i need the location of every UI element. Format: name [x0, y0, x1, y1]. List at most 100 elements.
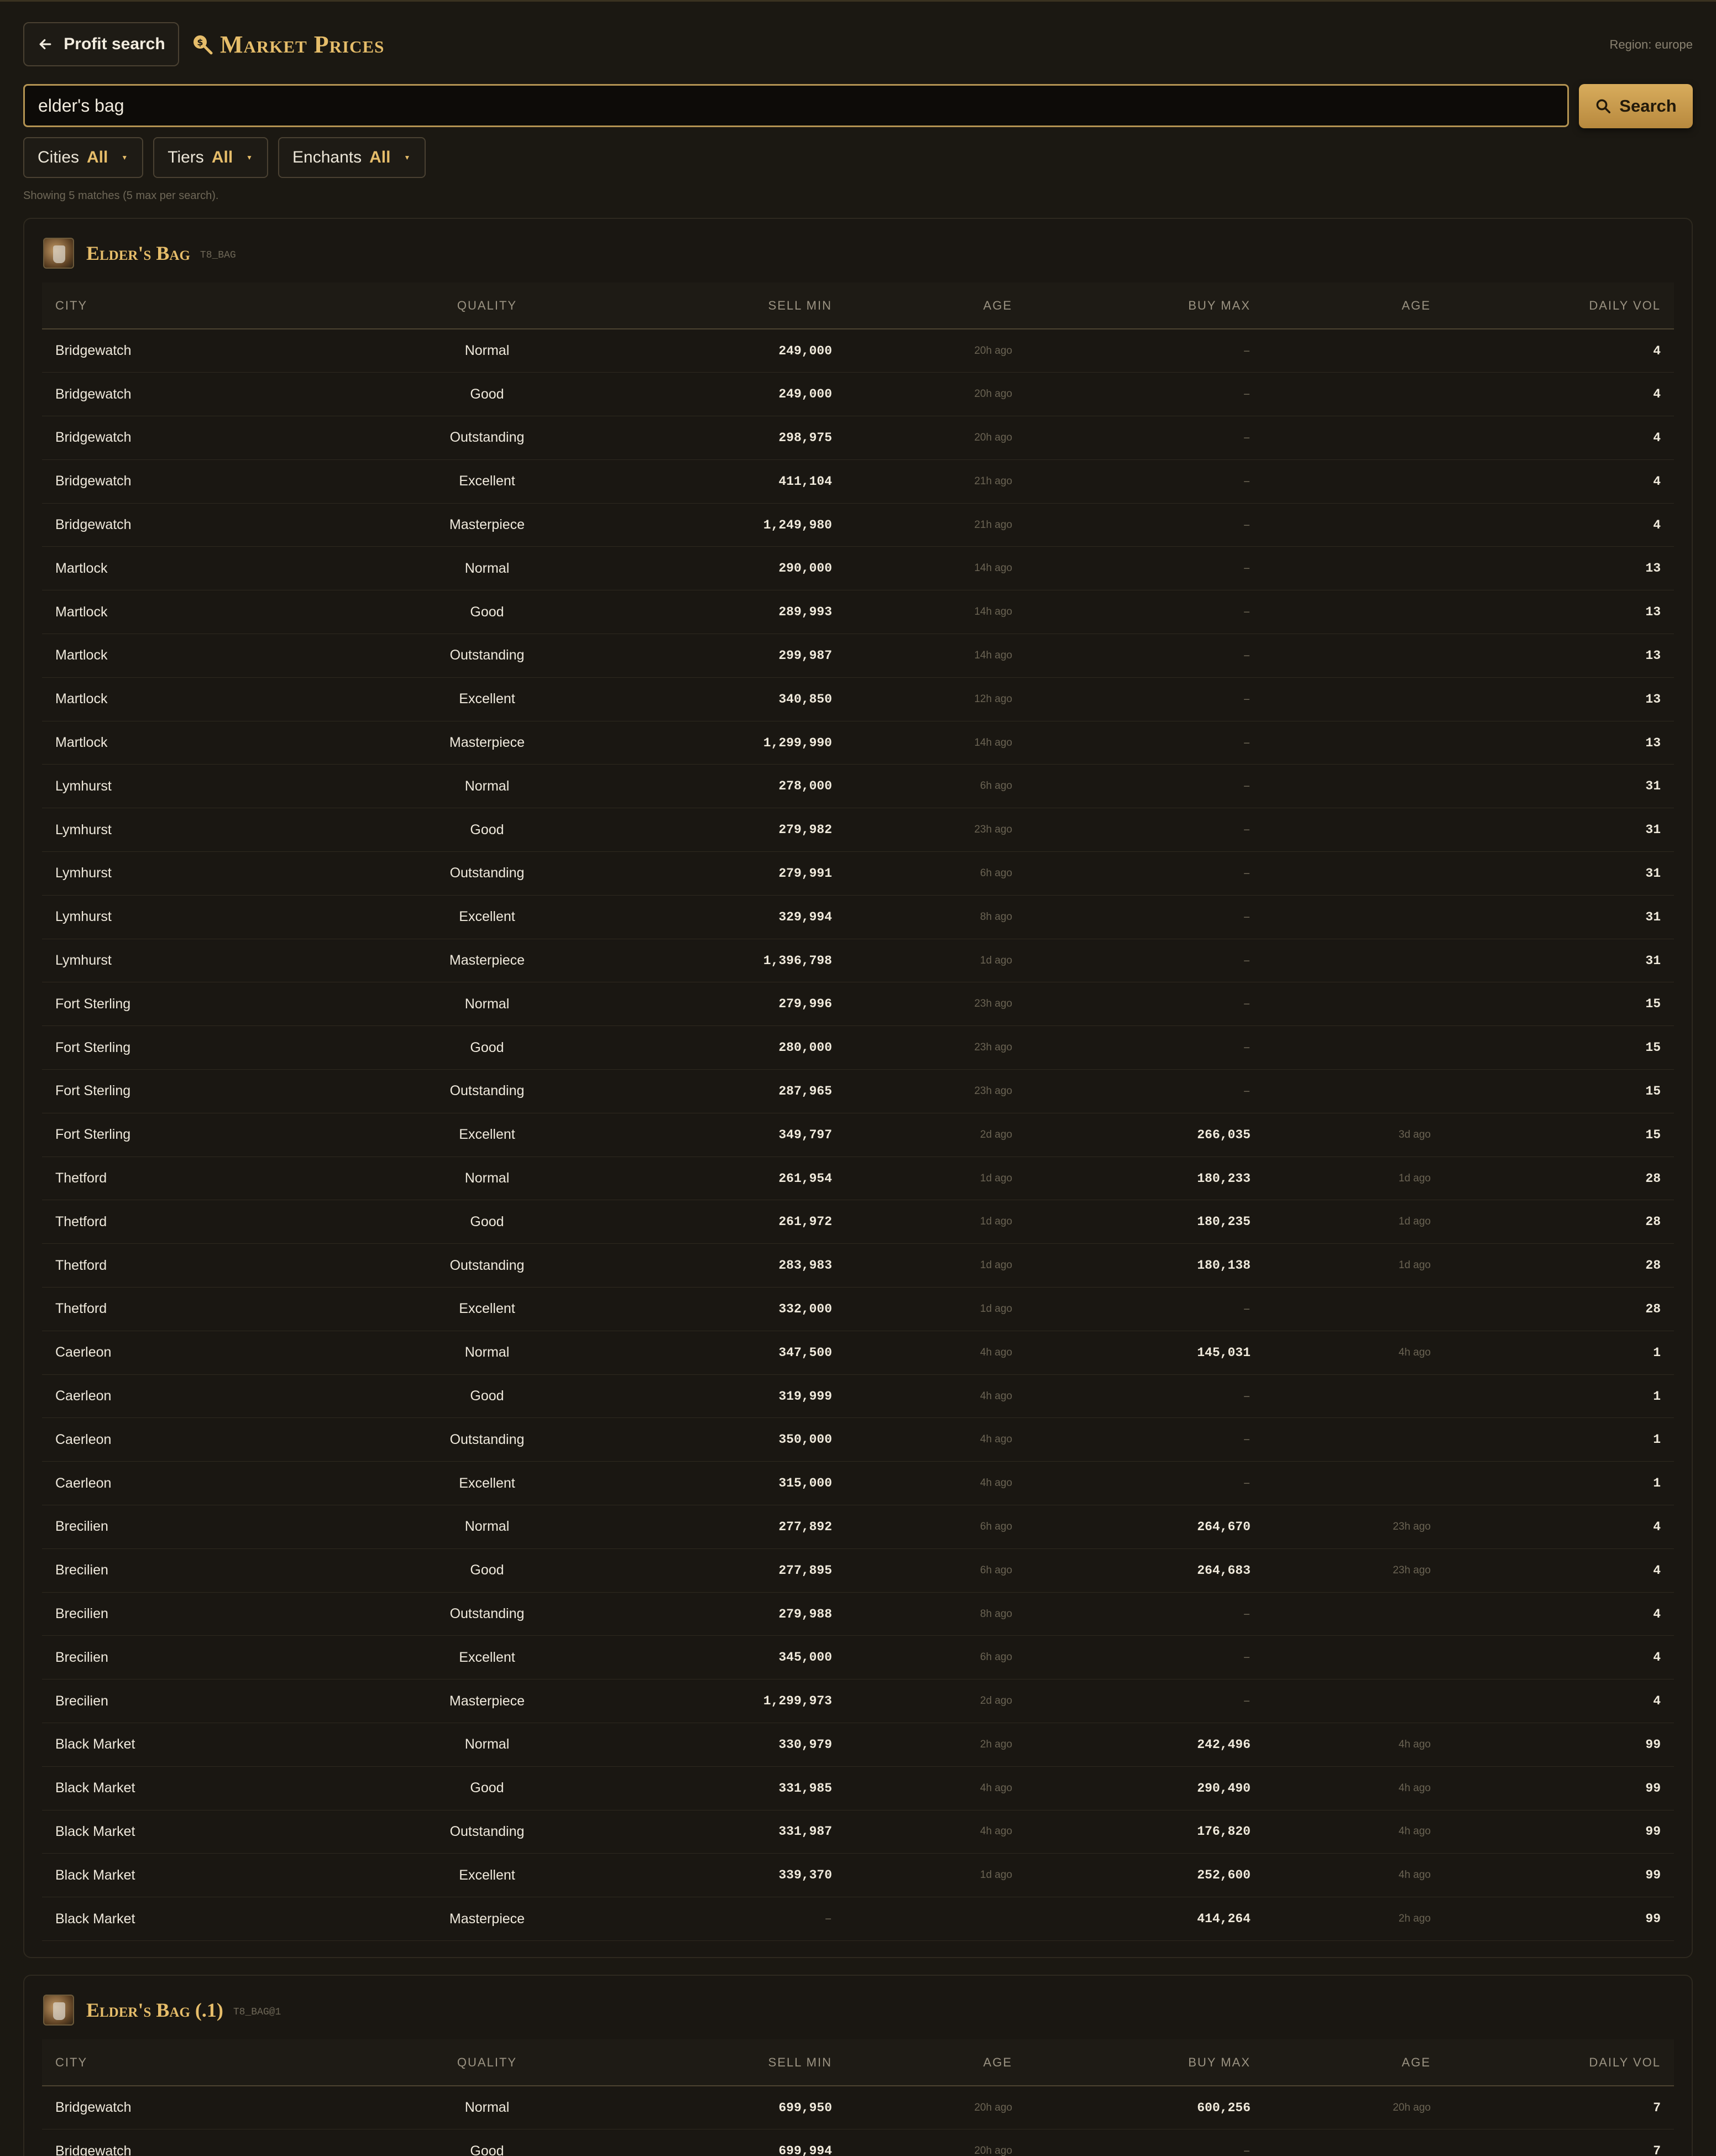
- cell-daily-vol: 4: [1444, 372, 1674, 417]
- cell-sell-age: 21h ago: [845, 503, 1026, 547]
- column-header-daily-vol: DAILY VOL: [1444, 2039, 1674, 2086]
- cell-buy-age: [1264, 939, 1444, 983]
- cell-buy-age: 3d ago: [1264, 1113, 1444, 1157]
- search-input[interactable]: [23, 84, 1569, 127]
- cell-quality: Good: [329, 1374, 645, 1419]
- cell-daily-vol: 99: [1444, 1853, 1674, 1898]
- cell-sell-min: 1,396,798: [645, 939, 845, 983]
- table-row: Brecilien Outstanding 279,988 8h ago – 4: [42, 1592, 1674, 1636]
- cell-buy-max: 266,035: [1026, 1113, 1264, 1157]
- item-header: Elder's Bag T8_BAG: [43, 238, 236, 269]
- cell-daily-vol: 4: [1444, 459, 1674, 504]
- cell-daily-vol: 99: [1444, 1723, 1674, 1767]
- table-header: CITY QUALITY SELL MIN AGE BUY MAX AGE DA…: [42, 282, 1674, 329]
- cell-quality: Good: [329, 590, 645, 635]
- cell-buy-age: 23h ago: [1264, 1505, 1444, 1549]
- cell-buy-max: 176,820: [1026, 1810, 1264, 1854]
- cell-city: Martlock: [42, 634, 329, 678]
- cell-quality: Normal: [329, 982, 645, 1027]
- cell-city: Martlock: [42, 721, 329, 765]
- profit-search-back-button[interactable]: Profit search: [23, 22, 179, 66]
- cell-buy-max: –: [1026, 1025, 1264, 1070]
- region-label: Region: europe: [1609, 38, 1693, 51]
- tiers-filter-label: Tiers: [168, 148, 204, 166]
- cell-daily-vol: 7: [1444, 2086, 1674, 2130]
- cell-buy-max: –: [1026, 895, 1264, 939]
- table-row: Bridgewatch Normal 249,000 20h ago – 4: [42, 329, 1674, 373]
- table-row: Bridgewatch Normal 699,950 20h ago 600,256 20…: [42, 2086, 1674, 2130]
- cell-sell-min: 283,983: [645, 1243, 845, 1288]
- bag-item-icon: [43, 1995, 74, 2026]
- cell-buy-age: [1264, 546, 1444, 591]
- cell-buy-age: 23h ago: [1264, 1548, 1444, 1593]
- cell-daily-vol: 28: [1444, 1200, 1674, 1244]
- cell-sell-min: 299,987: [645, 634, 845, 678]
- cell-daily-vol: 99: [1444, 1766, 1674, 1810]
- cell-sell-min: 249,000: [645, 372, 845, 417]
- cell-sell-age: 6h ago: [845, 1505, 1026, 1549]
- cell-sell-min: 289,993: [645, 590, 845, 635]
- cell-city: Fort Sterling: [42, 1069, 329, 1113]
- table-row: Black Market Good 331,985 4h ago 290,490 4h a…: [42, 1766, 1674, 1810]
- cell-sell-age: 20h ago: [845, 2129, 1026, 2156]
- search-button[interactable]: Search: [1579, 84, 1693, 128]
- cell-buy-age: [1264, 808, 1444, 852]
- cell-sell-min: 331,985: [645, 1766, 845, 1810]
- table-row: Lymhurst Masterpiece 1,396,798 1d ago – 31: [42, 939, 1674, 983]
- cell-buy-age: 1d ago: [1264, 1157, 1444, 1201]
- cell-city: Lymhurst: [42, 939, 329, 983]
- cell-daily-vol: 15: [1444, 1113, 1674, 1157]
- back-button-label: Profit search: [64, 35, 165, 53]
- cell-city: Caerleon: [42, 1461, 329, 1506]
- cell-daily-vol: 13: [1444, 634, 1674, 678]
- cell-sell-min: 287,965: [645, 1069, 845, 1113]
- item-code: T8_BAG: [200, 250, 236, 261]
- cell-quality: Good: [329, 1548, 645, 1593]
- cell-buy-max: –: [1026, 982, 1264, 1027]
- tiers-filter-value: All: [211, 148, 233, 166]
- cell-buy-max: 264,670: [1026, 1505, 1264, 1549]
- price-table: CITY QUALITY SELL MIN AGE BUY MAX AGE DA…: [42, 2039, 1674, 2156]
- cell-sell-age: 4h ago: [845, 1810, 1026, 1854]
- cell-buy-max: –: [1026, 721, 1264, 765]
- cell-sell-age: 23h ago: [845, 1025, 1026, 1070]
- cell-daily-vol: 28: [1444, 1157, 1674, 1201]
- cell-sell-age: 14h ago: [845, 546, 1026, 591]
- cell-buy-age: [1264, 1461, 1444, 1506]
- enchants-filter[interactable]: Enchants All ▼: [278, 137, 426, 178]
- tiers-filter[interactable]: Tiers All ▼: [153, 137, 269, 178]
- cell-buy-max: –: [1026, 546, 1264, 591]
- table-row: Fort Sterling Normal 279,996 23h ago – 15: [42, 982, 1674, 1027]
- cell-sell-age: 4h ago: [845, 1374, 1026, 1419]
- cell-buy-max: 290,490: [1026, 1766, 1264, 1810]
- cell-city: Brecilien: [42, 1505, 329, 1549]
- cell-buy-age: 2h ago: [1264, 1897, 1444, 1941]
- cell-buy-age: 4h ago: [1264, 1723, 1444, 1767]
- cell-sell-age: 4h ago: [845, 1766, 1026, 1810]
- cell-buy-age: 4h ago: [1264, 1766, 1444, 1810]
- cell-city: Lymhurst: [42, 895, 329, 939]
- cell-sell-min: –: [645, 1897, 845, 1941]
- cell-buy-max: –: [1026, 677, 1264, 721]
- table-row: Thetford Excellent 332,000 1d ago – 28: [42, 1287, 1674, 1331]
- item-card: Elder's Bag T8_BAG CITY QUALITY SELL MIN…: [23, 218, 1693, 1958]
- cell-buy-max: –: [1026, 459, 1264, 504]
- table-row: Thetford Good 261,972 1d ago 180,235 1d ago 28: [42, 1200, 1674, 1244]
- cell-buy-age: [1264, 372, 1444, 417]
- cities-filter[interactable]: Cities All ▼: [23, 137, 144, 178]
- table-row: Martlock Excellent 340,850 12h ago – 13: [42, 677, 1674, 721]
- cell-city: Black Market: [42, 1853, 329, 1898]
- cell-city: Lymhurst: [42, 851, 329, 896]
- cell-daily-vol: 1: [1444, 1461, 1674, 1506]
- cell-buy-max: –: [1026, 1635, 1264, 1680]
- cell-sell-min: 340,850: [645, 677, 845, 721]
- cell-sell-min: 331,987: [645, 1810, 845, 1854]
- cell-buy-max: –: [1026, 1592, 1264, 1636]
- column-header-buy-age: AGE: [1264, 2039, 1444, 2086]
- cell-sell-age: 8h ago: [845, 895, 1026, 939]
- cell-quality: Masterpiece: [329, 939, 645, 983]
- column-header-buy-max: BUY MAX: [1026, 2039, 1264, 2086]
- cell-daily-vol: 4: [1444, 1635, 1674, 1680]
- cell-sell-age: 2d ago: [845, 1679, 1026, 1723]
- enchants-filter-label: Enchants: [292, 148, 362, 166]
